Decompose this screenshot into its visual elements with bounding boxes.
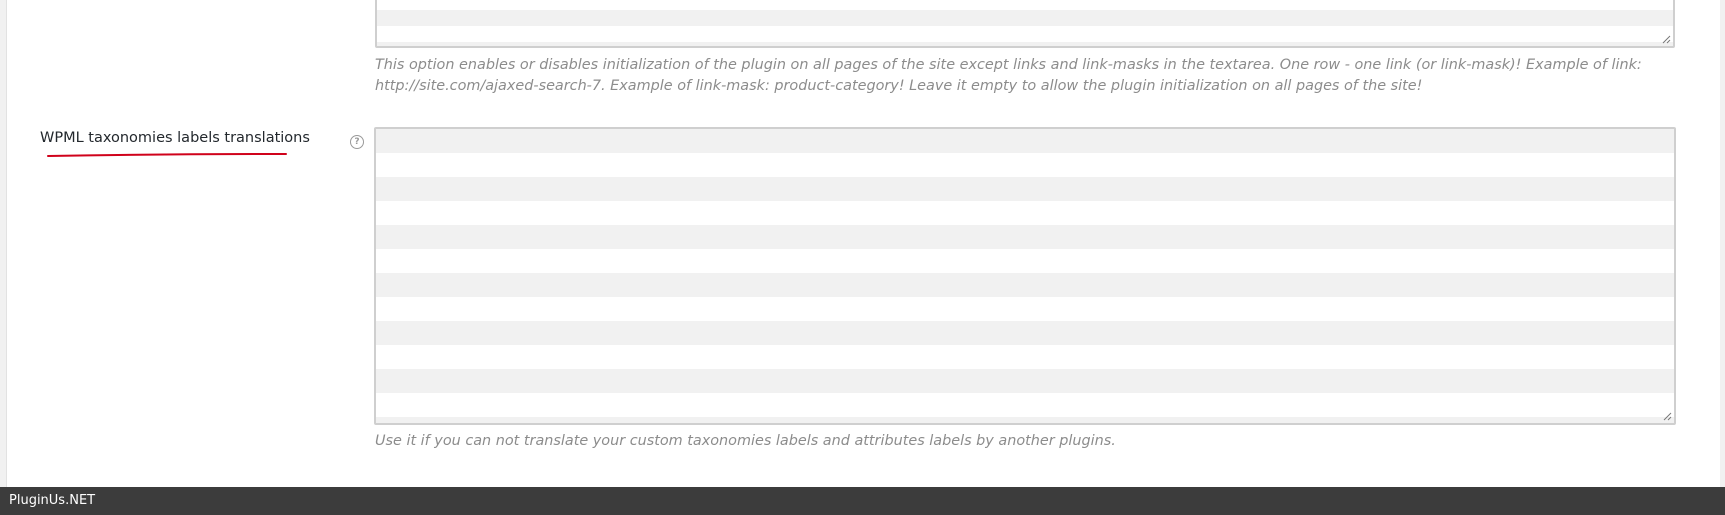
footer-brand: PluginUs.NET [9, 493, 96, 508]
links-exclude-textarea[interactable] [375, 0, 1675, 48]
settings-panel: This option enables or disables initiali… [6, 0, 1720, 487]
resize-grip-icon[interactable] [1662, 411, 1672, 421]
links-exclude-description: This option enables or disables initiali… [375, 57, 1642, 94]
wpml-translations-description: Use it if you can not translate your cus… [375, 433, 1116, 449]
wpml-field-label: WPML taxonomies labels translations [40, 130, 310, 146]
red-underline-annotation [47, 153, 287, 157]
question-circle-icon[interactable]: ? [350, 135, 364, 149]
footer-bar: PluginUs.NET [0, 487, 1725, 515]
wpml-translations-textarea[interactable] [374, 127, 1676, 425]
resize-grip-icon[interactable] [1661, 34, 1671, 44]
